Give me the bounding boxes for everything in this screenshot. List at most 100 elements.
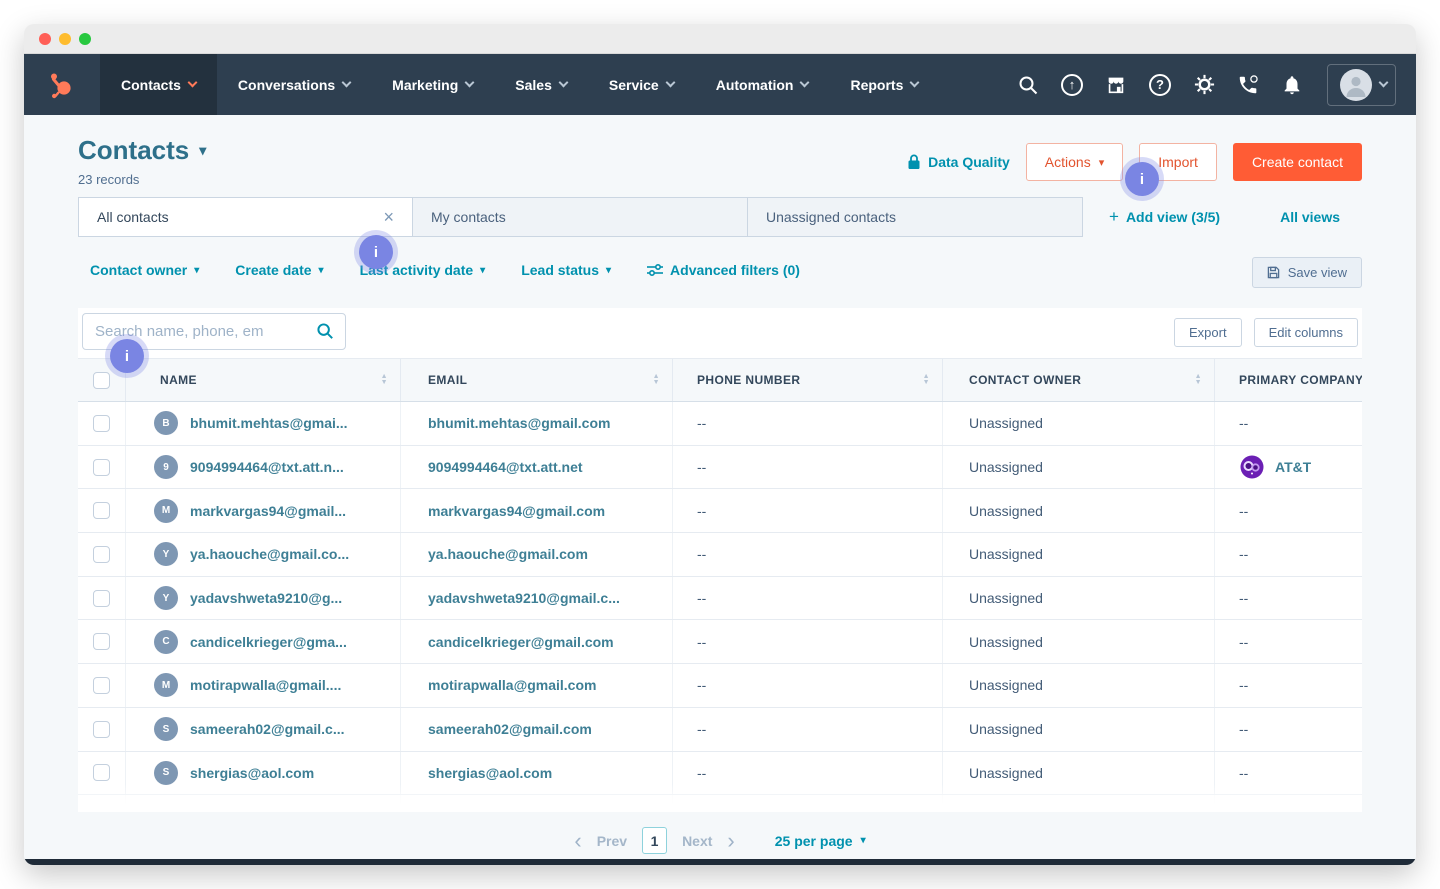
contact-name-link[interactable]: ya.haouche@gmail.co... — [190, 546, 349, 562]
nav-item-service[interactable]: Service — [588, 54, 695, 115]
sort-icon[interactable]: ▲▼ — [1195, 374, 1202, 386]
chevron-right-icon[interactable]: › — [727, 830, 734, 852]
settings-gear-icon[interactable] — [1185, 66, 1223, 104]
search-icon[interactable] — [1009, 66, 1047, 104]
column-header-email[interactable]: EMAIL ▲▼ — [400, 359, 672, 401]
data-quality-link[interactable]: Data Quality — [907, 154, 1010, 170]
advanced-filters-link[interactable]: Advanced filters (0) — [647, 262, 800, 278]
contact-name-link[interactable]: markvargas94@gmail... — [190, 503, 346, 519]
column-header-company[interactable]: PRIMARY COMPANY — [1214, 359, 1362, 401]
filter-create-date[interactable]: Create date ▾ — [235, 262, 323, 278]
page-title[interactable]: Contacts ▾ — [78, 135, 206, 166]
contact-email-link[interactable]: sameerah02@gmail.com — [428, 721, 592, 737]
contact-name-link[interactable]: motirapwalla@gmail.... — [190, 677, 341, 693]
avatar — [1340, 69, 1372, 101]
avatar: M — [154, 499, 178, 523]
contact-email-link[interactable]: motirapwalla@gmail.com — [428, 677, 596, 693]
view-tab-all-contacts[interactable]: All contacts × — [78, 197, 413, 237]
edit-columns-button[interactable]: Edit columns — [1254, 318, 1358, 347]
actions-button[interactable]: Actions ▾ — [1026, 143, 1123, 181]
contact-name-link[interactable]: bhumit.mehtas@gmai... — [190, 415, 348, 431]
row-checkbox[interactable] — [93, 415, 110, 432]
contact-name-link[interactable]: shergias@aol.com — [190, 765, 314, 781]
column-header-phone[interactable]: PHONE NUMBER ▲▼ — [672, 359, 942, 401]
info-glyph: i — [1140, 171, 1144, 188]
info-badge[interactable]: i — [1125, 162, 1159, 196]
caret-down-icon: ▾ — [480, 265, 485, 276]
per-page-label: 25 per page — [775, 833, 853, 849]
filter-label: Lead status — [521, 262, 599, 278]
next-button[interactable]: Next — [682, 833, 712, 849]
contact-email-link[interactable]: markvargas94@gmail.com — [428, 503, 605, 519]
row-checkbox[interactable] — [93, 633, 110, 650]
account-menu[interactable] — [1327, 64, 1396, 106]
row-checkbox[interactable] — [93, 764, 110, 781]
chevron-left-icon[interactable]: ‹ — [574, 830, 581, 852]
company-link[interactable]: AT&T — [1275, 459, 1311, 475]
view-tab-my-contacts[interactable]: My contacts — [413, 197, 748, 237]
column-header-owner[interactable]: CONTACT OWNER ▲▼ — [942, 359, 1214, 401]
marketplace-icon[interactable] — [1097, 66, 1135, 104]
calls-phone-icon[interactable] — [1229, 66, 1267, 104]
contact-email-link[interactable]: yadavshweta9210@gmail.c... — [428, 590, 620, 606]
nav-item-marketing[interactable]: Marketing — [371, 54, 494, 115]
select-all-checkbox[interactable] — [93, 372, 110, 389]
minimize-window-button[interactable] — [59, 33, 71, 45]
row-checkbox[interactable] — [93, 502, 110, 519]
nav-item-conversations[interactable]: Conversations — [217, 54, 371, 115]
page-number[interactable]: 1 — [642, 827, 667, 854]
per-page-selector[interactable]: 25 per page ▾ — [775, 833, 866, 849]
prev-button[interactable]: Prev — [597, 833, 627, 849]
close-window-button[interactable] — [39, 33, 51, 45]
nav-item-reports[interactable]: Reports — [829, 54, 939, 115]
filter-lead-status[interactable]: Lead status ▾ — [521, 262, 611, 278]
row-checkbox[interactable] — [93, 677, 110, 694]
notifications-bell-icon[interactable] — [1273, 66, 1311, 104]
save-view-button[interactable]: Save view — [1252, 257, 1362, 288]
hubspot-logo-icon[interactable] — [24, 54, 100, 115]
contact-email-link[interactable]: 9094994464@txt.att.net — [428, 459, 583, 475]
caret-down-icon: ▾ — [861, 835, 866, 846]
contact-name-link[interactable]: yadavshweta9210@g... — [190, 590, 342, 606]
add-view-link[interactable]: + Add view (3/5) — [1109, 207, 1220, 227]
row-checkbox[interactable] — [93, 546, 110, 563]
sort-icon[interactable]: ▲▼ — [381, 374, 388, 386]
filter-contact-owner[interactable]: Contact owner ▾ — [90, 262, 199, 278]
row-checkbox[interactable] — [93, 459, 110, 476]
sort-icon[interactable]: ▲▼ — [923, 374, 930, 386]
owner-value: Unassigned — [969, 677, 1043, 693]
owner-value: Unassigned — [969, 503, 1043, 519]
chevron-down-icon — [342, 78, 352, 88]
nav-item-sales[interactable]: Sales — [494, 54, 588, 115]
chevron-down-icon — [665, 78, 675, 88]
contact-email-link[interactable]: bhumit.mehtas@gmail.com — [428, 415, 610, 431]
contact-name-link[interactable]: 9094994464@txt.att.n... — [190, 459, 344, 475]
nav-item-automation[interactable]: Automation — [695, 54, 830, 115]
row-checkbox[interactable] — [93, 721, 110, 738]
info-badge[interactable]: i — [359, 235, 393, 269]
row-checkbox[interactable] — [93, 590, 110, 607]
sort-icon[interactable]: ▲▼ — [653, 374, 660, 386]
help-icon[interactable]: ? — [1141, 66, 1179, 104]
chevron-down-icon — [800, 78, 810, 88]
nav-item-contacts[interactable]: Contacts — [100, 54, 217, 115]
data-quality-label: Data Quality — [928, 154, 1010, 170]
table-row-partial — [78, 795, 1362, 812]
contact-email-link[interactable]: shergias@aol.com — [428, 765, 552, 781]
upload-icon[interactable]: ↑ — [1053, 66, 1091, 104]
view-tab-unassigned-contacts[interactable]: Unassigned contacts — [748, 197, 1083, 237]
close-icon[interactable]: × — [383, 208, 394, 226]
column-label: NAME — [160, 373, 197, 387]
info-badge[interactable]: i — [110, 339, 144, 373]
owner-value: Unassigned — [969, 459, 1043, 475]
contact-name-link[interactable]: candicelkrieger@gma... — [190, 634, 347, 650]
contact-email-link[interactable]: ya.haouche@gmail.com — [428, 546, 588, 562]
contact-email-link[interactable]: candicelkrieger@gmail.com — [428, 634, 614, 650]
window-bottom-edge — [24, 859, 1416, 865]
all-views-link[interactable]: All views — [1280, 209, 1340, 225]
export-button[interactable]: Export — [1174, 318, 1242, 347]
create-contact-button[interactable]: Create contact — [1233, 143, 1362, 181]
maximize-window-button[interactable] — [79, 33, 91, 45]
column-header-name[interactable]: NAME ▲▼ — [125, 359, 400, 401]
contact-name-link[interactable]: sameerah02@gmail.c... — [190, 721, 345, 737]
